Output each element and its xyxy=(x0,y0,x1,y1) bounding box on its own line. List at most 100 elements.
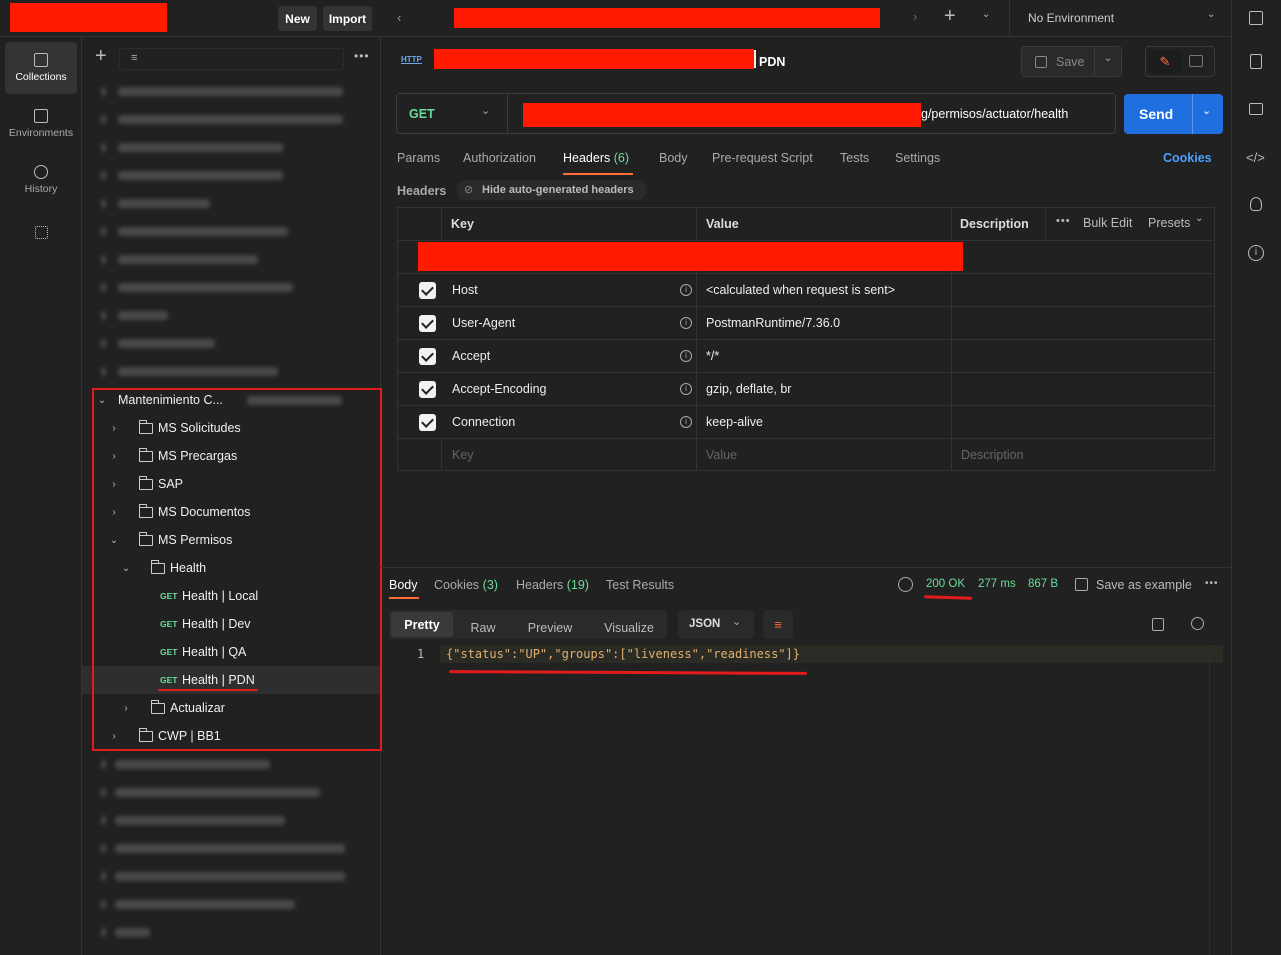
new-key-input[interactable]: Key xyxy=(452,448,474,462)
send-button[interactable]: Send ⌄ xyxy=(1124,94,1223,134)
header-key[interactable]: User-Agent xyxy=(452,316,515,330)
rail-configure[interactable] xyxy=(5,215,77,249)
edit-pencil-icon[interactable]: ✎ xyxy=(1149,50,1181,73)
view-tab-pretty[interactable]: Pretty xyxy=(391,612,453,637)
view-tab-visualize[interactable]: Visualize xyxy=(596,614,662,641)
globe-icon[interactable] xyxy=(898,577,913,592)
environment-select[interactable]: No Environment xyxy=(1028,11,1114,25)
lightbulb-icon[interactable] xyxy=(1250,197,1262,211)
chevron-right-icon[interactable]: › xyxy=(109,507,119,518)
tab-settings[interactable]: Settings xyxy=(895,151,940,165)
response-body-code[interactable]: {"status":"UP","groups":["liveness","rea… xyxy=(446,647,800,661)
tab-authorization[interactable]: Authorization xyxy=(463,151,536,165)
send-chevron-icon[interactable]: ⌄ xyxy=(1202,104,1211,117)
response-size[interactable]: 867 B xyxy=(1028,578,1058,590)
search-collections-input[interactable]: ≡ xyxy=(119,48,344,70)
more-options-icon[interactable]: ••• xyxy=(354,49,370,63)
comments-icon[interactable] xyxy=(1249,103,1263,115)
header-value[interactable]: */* xyxy=(706,349,719,363)
tab-body[interactable]: Body xyxy=(659,151,688,165)
tab-scroll-left-icon[interactable]: ‹ xyxy=(397,10,401,25)
url-input[interactable]: g/permisos/actuator/health xyxy=(921,107,1068,121)
sidebar-folder-health[interactable]: ⌄ Health xyxy=(82,554,381,582)
tab-tests[interactable]: Tests xyxy=(840,151,869,165)
method-select[interactable]: GET xyxy=(409,107,435,121)
sidebar-folder-sap[interactable]: › SAP xyxy=(82,470,381,498)
tab-headers[interactable]: Headers (6) xyxy=(563,151,629,165)
header-value[interactable]: gzip, deflate, br xyxy=(706,382,791,396)
chevron-right-icon[interactable]: › xyxy=(109,479,119,490)
table-row[interactable]: Host i <calculated when request is sent> xyxy=(397,273,1215,306)
sidebar-folder-ms-solicitudes[interactable]: › MS Solicitudes xyxy=(82,414,381,442)
new-tab-plus-icon[interactable]: + xyxy=(944,5,956,28)
sidebar-folder-ms-permisos[interactable]: ⌄ MS Permisos xyxy=(82,526,381,554)
request-name[interactable]: PDN xyxy=(759,55,785,69)
header-value[interactable]: PostmanRuntime/7.36.0 xyxy=(706,316,840,330)
info-icon[interactable]: i xyxy=(680,317,692,329)
collection-row[interactable]: ⌄ Mantenimiento C... xyxy=(82,386,381,414)
header-value[interactable]: keep-alive xyxy=(706,415,763,429)
table-row[interactable]: Accept-Encoding i gzip, deflate, br xyxy=(397,372,1215,405)
sidebar-folder-ms-documentos[interactable]: › MS Documentos xyxy=(82,498,381,526)
new-description-input[interactable]: Description xyxy=(961,448,1024,462)
chevron-down-icon[interactable]: ⌄ xyxy=(97,395,107,406)
header-enabled-checkbox[interactable] xyxy=(419,315,436,332)
sidebar-request-health-pdn[interactable]: GET Health | PDN xyxy=(82,666,381,694)
rail-environments[interactable]: Environments xyxy=(5,98,77,150)
table-row[interactable]: Connection i keep-alive xyxy=(397,405,1215,438)
info-icon[interactable]: i xyxy=(680,350,692,362)
presets-dropdown[interactable]: Presets xyxy=(1148,216,1190,230)
sidebar-request-health-local[interactable]: GET Health | Local xyxy=(82,582,381,610)
table-row[interactable]: User-Agent i PostmanRuntime/7.36.0 xyxy=(397,306,1215,339)
documentation-icon[interactable] xyxy=(1250,54,1262,69)
save-button[interactable]: Save xyxy=(1021,46,1095,77)
sidebar-folder-cwp-bb1[interactable]: › CWP | BB1 xyxy=(82,722,381,750)
view-tab-preview[interactable]: Preview xyxy=(518,614,582,641)
rail-collections[interactable]: Collections xyxy=(5,42,77,94)
response-time[interactable]: 277 ms xyxy=(978,578,1016,590)
tab-scroll-right-icon[interactable]: › xyxy=(913,9,917,24)
create-collection-plus-icon[interactable]: + xyxy=(95,46,107,66)
table-row[interactable]: Accept i */* xyxy=(397,339,1215,372)
header-enabled-checkbox[interactable] xyxy=(419,282,436,299)
response-tab-cookies[interactable]: Cookies (3) xyxy=(434,578,498,592)
sidebar-request-health-qa[interactable]: GET Health | QA xyxy=(82,638,381,666)
url-host-redacted[interactable] xyxy=(523,103,921,127)
chevron-right-icon[interactable]: › xyxy=(109,451,119,462)
header-enabled-checkbox[interactable] xyxy=(419,381,436,398)
header-value[interactable]: <calculated when request is sent> xyxy=(706,283,895,297)
header-key[interactable]: Accept-Encoding xyxy=(452,382,547,396)
chevron-down-icon[interactable]: ⌄ xyxy=(109,535,119,546)
code-icon[interactable]: </> xyxy=(1246,150,1265,165)
response-tab-body[interactable]: Body xyxy=(389,578,418,592)
environment-chevron-icon[interactable]: ⌄ xyxy=(1207,9,1215,20)
chevron-right-icon[interactable]: › xyxy=(121,703,131,714)
search-icon[interactable] xyxy=(1191,617,1204,630)
response-status[interactable]: 200 OK xyxy=(926,578,965,590)
header-key[interactable]: Accept xyxy=(452,349,490,363)
new-value-input[interactable]: Value xyxy=(706,448,737,462)
sidebar-folder-ms-precargas[interactable]: › MS Precargas xyxy=(82,442,381,470)
save-options-chevron-icon[interactable]: ⌄ xyxy=(1095,46,1122,77)
method-chevron-icon[interactable]: ⌄ xyxy=(481,104,490,117)
info-icon[interactable]: i xyxy=(680,383,692,395)
chevron-down-icon[interactable]: ⌄ xyxy=(121,563,131,574)
copy-icon[interactable] xyxy=(1152,618,1164,631)
sidebar-folder-actualizar[interactable]: › Actualizar xyxy=(82,694,381,722)
header-enabled-checkbox[interactable] xyxy=(419,348,436,365)
cookies-link[interactable]: Cookies xyxy=(1163,151,1212,165)
active-tab-redacted[interactable] xyxy=(454,8,880,28)
info-icon[interactable]: i xyxy=(680,416,692,428)
import-button[interactable]: Import xyxy=(323,6,372,31)
chevron-right-icon[interactable]: › xyxy=(109,731,119,742)
header-key[interactable]: Host xyxy=(452,283,478,297)
wrap-lines-icon[interactable]: ≡ xyxy=(763,610,793,639)
format-select[interactable]: JSON ⌄ xyxy=(678,610,754,639)
header-enabled-checkbox[interactable] xyxy=(419,414,436,431)
info-icon[interactable]: i xyxy=(680,284,692,296)
tab-pre-request-script[interactable]: Pre-request Script xyxy=(712,151,813,165)
header-key[interactable]: Connection xyxy=(452,415,515,429)
hide-auto-generated-toggle[interactable]: ⊘ Hide auto-generated headers xyxy=(456,180,647,200)
view-tab-raw[interactable]: Raw xyxy=(458,614,508,641)
comment-icon[interactable] xyxy=(1189,55,1203,67)
